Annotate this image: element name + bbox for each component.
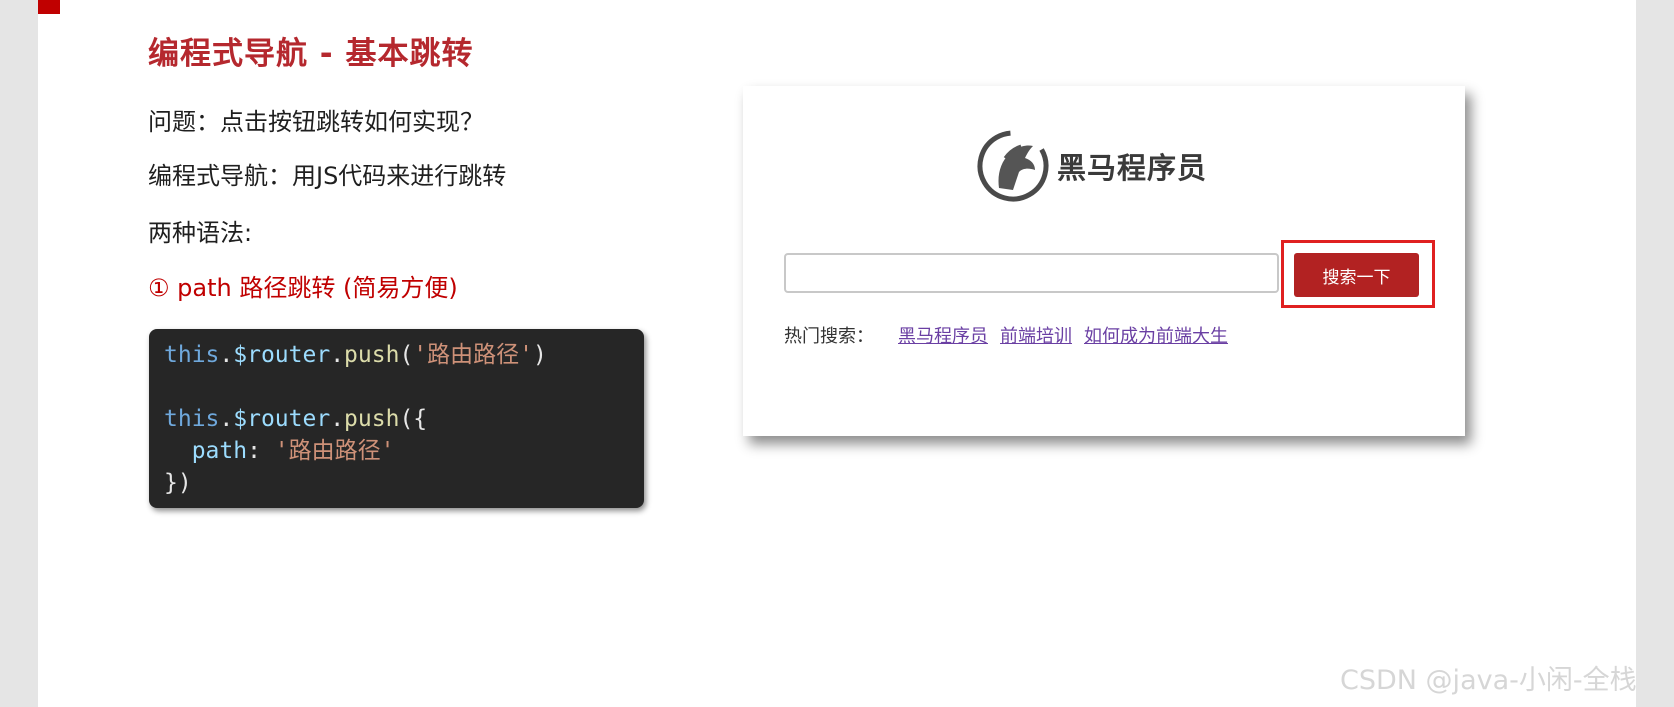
- syntax-one: ① path 路径跳转 (简易方便): [148, 274, 458, 302]
- code-token: this: [164, 406, 220, 432]
- code-token: path: [191, 438, 248, 464]
- code-token: $router: [233, 406, 331, 432]
- code-line-5: }): [164, 467, 192, 499]
- corner-mark: [38, 0, 60, 14]
- code-token: .: [330, 342, 345, 368]
- brand-logo: 黑马程序员: [975, 130, 1208, 202]
- watermark: CSDN @java-小闲-全栈: [1340, 665, 1637, 696]
- syntax-heading: 两种语法:: [148, 219, 253, 247]
- code-token: '路由路径': [413, 342, 533, 368]
- search-input[interactable]: [784, 253, 1279, 293]
- question-text: 问题：点击按钮跳转如何实现？: [148, 108, 484, 136]
- code-line-3: this.$router.push({: [164, 403, 427, 435]
- code-token: (: [399, 342, 414, 368]
- horse-logo-icon: [977, 130, 1049, 202]
- code-token: }): [164, 470, 192, 496]
- hot-search-label: 热门搜索：: [784, 326, 874, 347]
- definition-text: 编程式导航：用JS代码来进行跳转: [148, 162, 507, 190]
- slide-title: 编程式导航 - 基本跳转: [148, 36, 474, 72]
- code-token: .: [219, 342, 234, 368]
- code-token: this: [164, 342, 220, 368]
- code-token: '路由路径': [274, 438, 395, 464]
- code-line-4: path: '路由路径': [164, 435, 395, 467]
- hot-link-heima[interactable]: 黑马程序员: [898, 322, 988, 348]
- code-token: $router: [233, 342, 331, 368]
- code-token: ): [533, 342, 547, 368]
- hot-link-become-dev[interactable]: 如何成为前端大生: [1084, 322, 1228, 348]
- code-token: push: [344, 342, 400, 368]
- hot-link-training[interactable]: 前端培训: [1000, 322, 1072, 348]
- code-line-1: this.$router.push('路由路径'): [164, 339, 547, 371]
- mock-search-page: 黑马程序员 搜索一下 热门搜索： 黑马程序员 前端培训 如何成为前端大生: [743, 86, 1465, 436]
- code-token: .: [219, 406, 234, 432]
- hot-search-row: 热门搜索： 黑马程序员 前端培训 如何成为前端大生: [784, 322, 1228, 348]
- brand-name: 黑马程序员: [1057, 151, 1208, 185]
- code-token: .: [330, 406, 345, 432]
- code-block: this.$router.push('路由路径') this.$router.p…: [149, 329, 644, 508]
- search-button[interactable]: 搜索一下: [1294, 253, 1419, 297]
- code-token: ({: [399, 406, 428, 432]
- code-token: :: [247, 438, 275, 464]
- code-token: push: [344, 406, 400, 432]
